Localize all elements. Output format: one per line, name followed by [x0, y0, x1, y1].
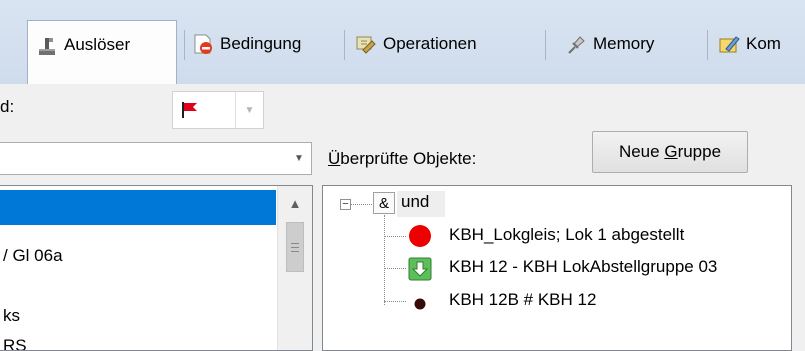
tree-node-label[interactable]: KBH_Lokgleis; Lok 1 abgestellt [449, 225, 684, 245]
tab-bedingung[interactable]: Bedingung [184, 22, 337, 66]
tab-divider [344, 30, 345, 60]
tree-node-label[interactable]: KBH 12 - KBH LokAbstellgruppe 03 [449, 257, 717, 277]
tab-label: Operationen [383, 34, 477, 53]
list-item[interactable]: ks [3, 306, 20, 326]
list-item[interactable]: RS [3, 336, 27, 350]
tab-ausloeser[interactable]: Auslöser [27, 20, 177, 85]
object-list[interactable]: / Gl 06a ks RS ▲ [0, 185, 313, 351]
flag-select[interactable]: ▼ [172, 91, 264, 129]
condition-icon [192, 33, 214, 55]
scroll-up-arrow-icon[interactable]: ▲ [278, 186, 312, 220]
tree-root-label[interactable]: und [401, 192, 429, 212]
tab-kommentar[interactable]: Kom [710, 22, 805, 66]
tab-label: Memory [593, 34, 655, 53]
and-operator-icon: & [373, 192, 395, 214]
collapse-toggle[interactable]: − [340, 199, 351, 210]
new-group-button[interactable]: Neue Gruppe [592, 131, 748, 173]
scrollbar-thumb[interactable] [286, 222, 304, 272]
green-down-arrow-icon [408, 257, 432, 281]
tree-connector [384, 268, 406, 269]
dark-dot-icon [414, 295, 426, 310]
tab-label: Auslöser [64, 35, 131, 54]
tab-divider [545, 30, 546, 60]
tree-connector [384, 301, 406, 302]
tab-operationen[interactable]: Operationen [347, 22, 532, 66]
button-label: ruppe [677, 142, 722, 161]
tree-connector [384, 236, 406, 237]
chevron-down-icon[interactable]: ▼ [235, 92, 263, 128]
object-type-combo[interactable]: ▼ [0, 142, 312, 175]
checked-objects-label: Überprüfte Objekte: [328, 149, 477, 168]
red-circle-icon [408, 224, 432, 248]
tree-node-label[interactable]: KBH 12B # KBH 12 [449, 290, 596, 310]
red-flag-icon [181, 101, 199, 119]
checked-objects-label-text: berprüfte Objekte: [340, 149, 477, 168]
field-label: d: [0, 97, 15, 116]
tab-memory[interactable]: Memory [557, 22, 702, 66]
checked-objects-tree[interactable]: − & und KBH_Lokgleis; Lok 1 abgestellt K… [322, 185, 792, 351]
tab-label: Kom [746, 34, 781, 53]
tab-strip: Auslöser Bedingung Operationen Memory Ko… [0, 0, 805, 85]
trigger-icon [36, 35, 58, 57]
tree-connector [351, 204, 372, 205]
comment-icon [718, 33, 740, 55]
button-accesskey: G [664, 142, 678, 161]
tab-divider [707, 30, 708, 60]
list-item[interactable]: / Gl 06a [3, 246, 63, 266]
vertical-scrollbar[interactable]: ▲ [277, 186, 312, 350]
selected-list-item[interactable] [0, 190, 276, 225]
pin-icon [565, 33, 587, 55]
operations-icon [355, 33, 377, 55]
button-label: Neue [618, 142, 665, 161]
chevron-down-icon[interactable]: ▼ [291, 143, 307, 174]
tab-label: Bedingung [220, 34, 302, 53]
tree-connector [384, 215, 385, 305]
